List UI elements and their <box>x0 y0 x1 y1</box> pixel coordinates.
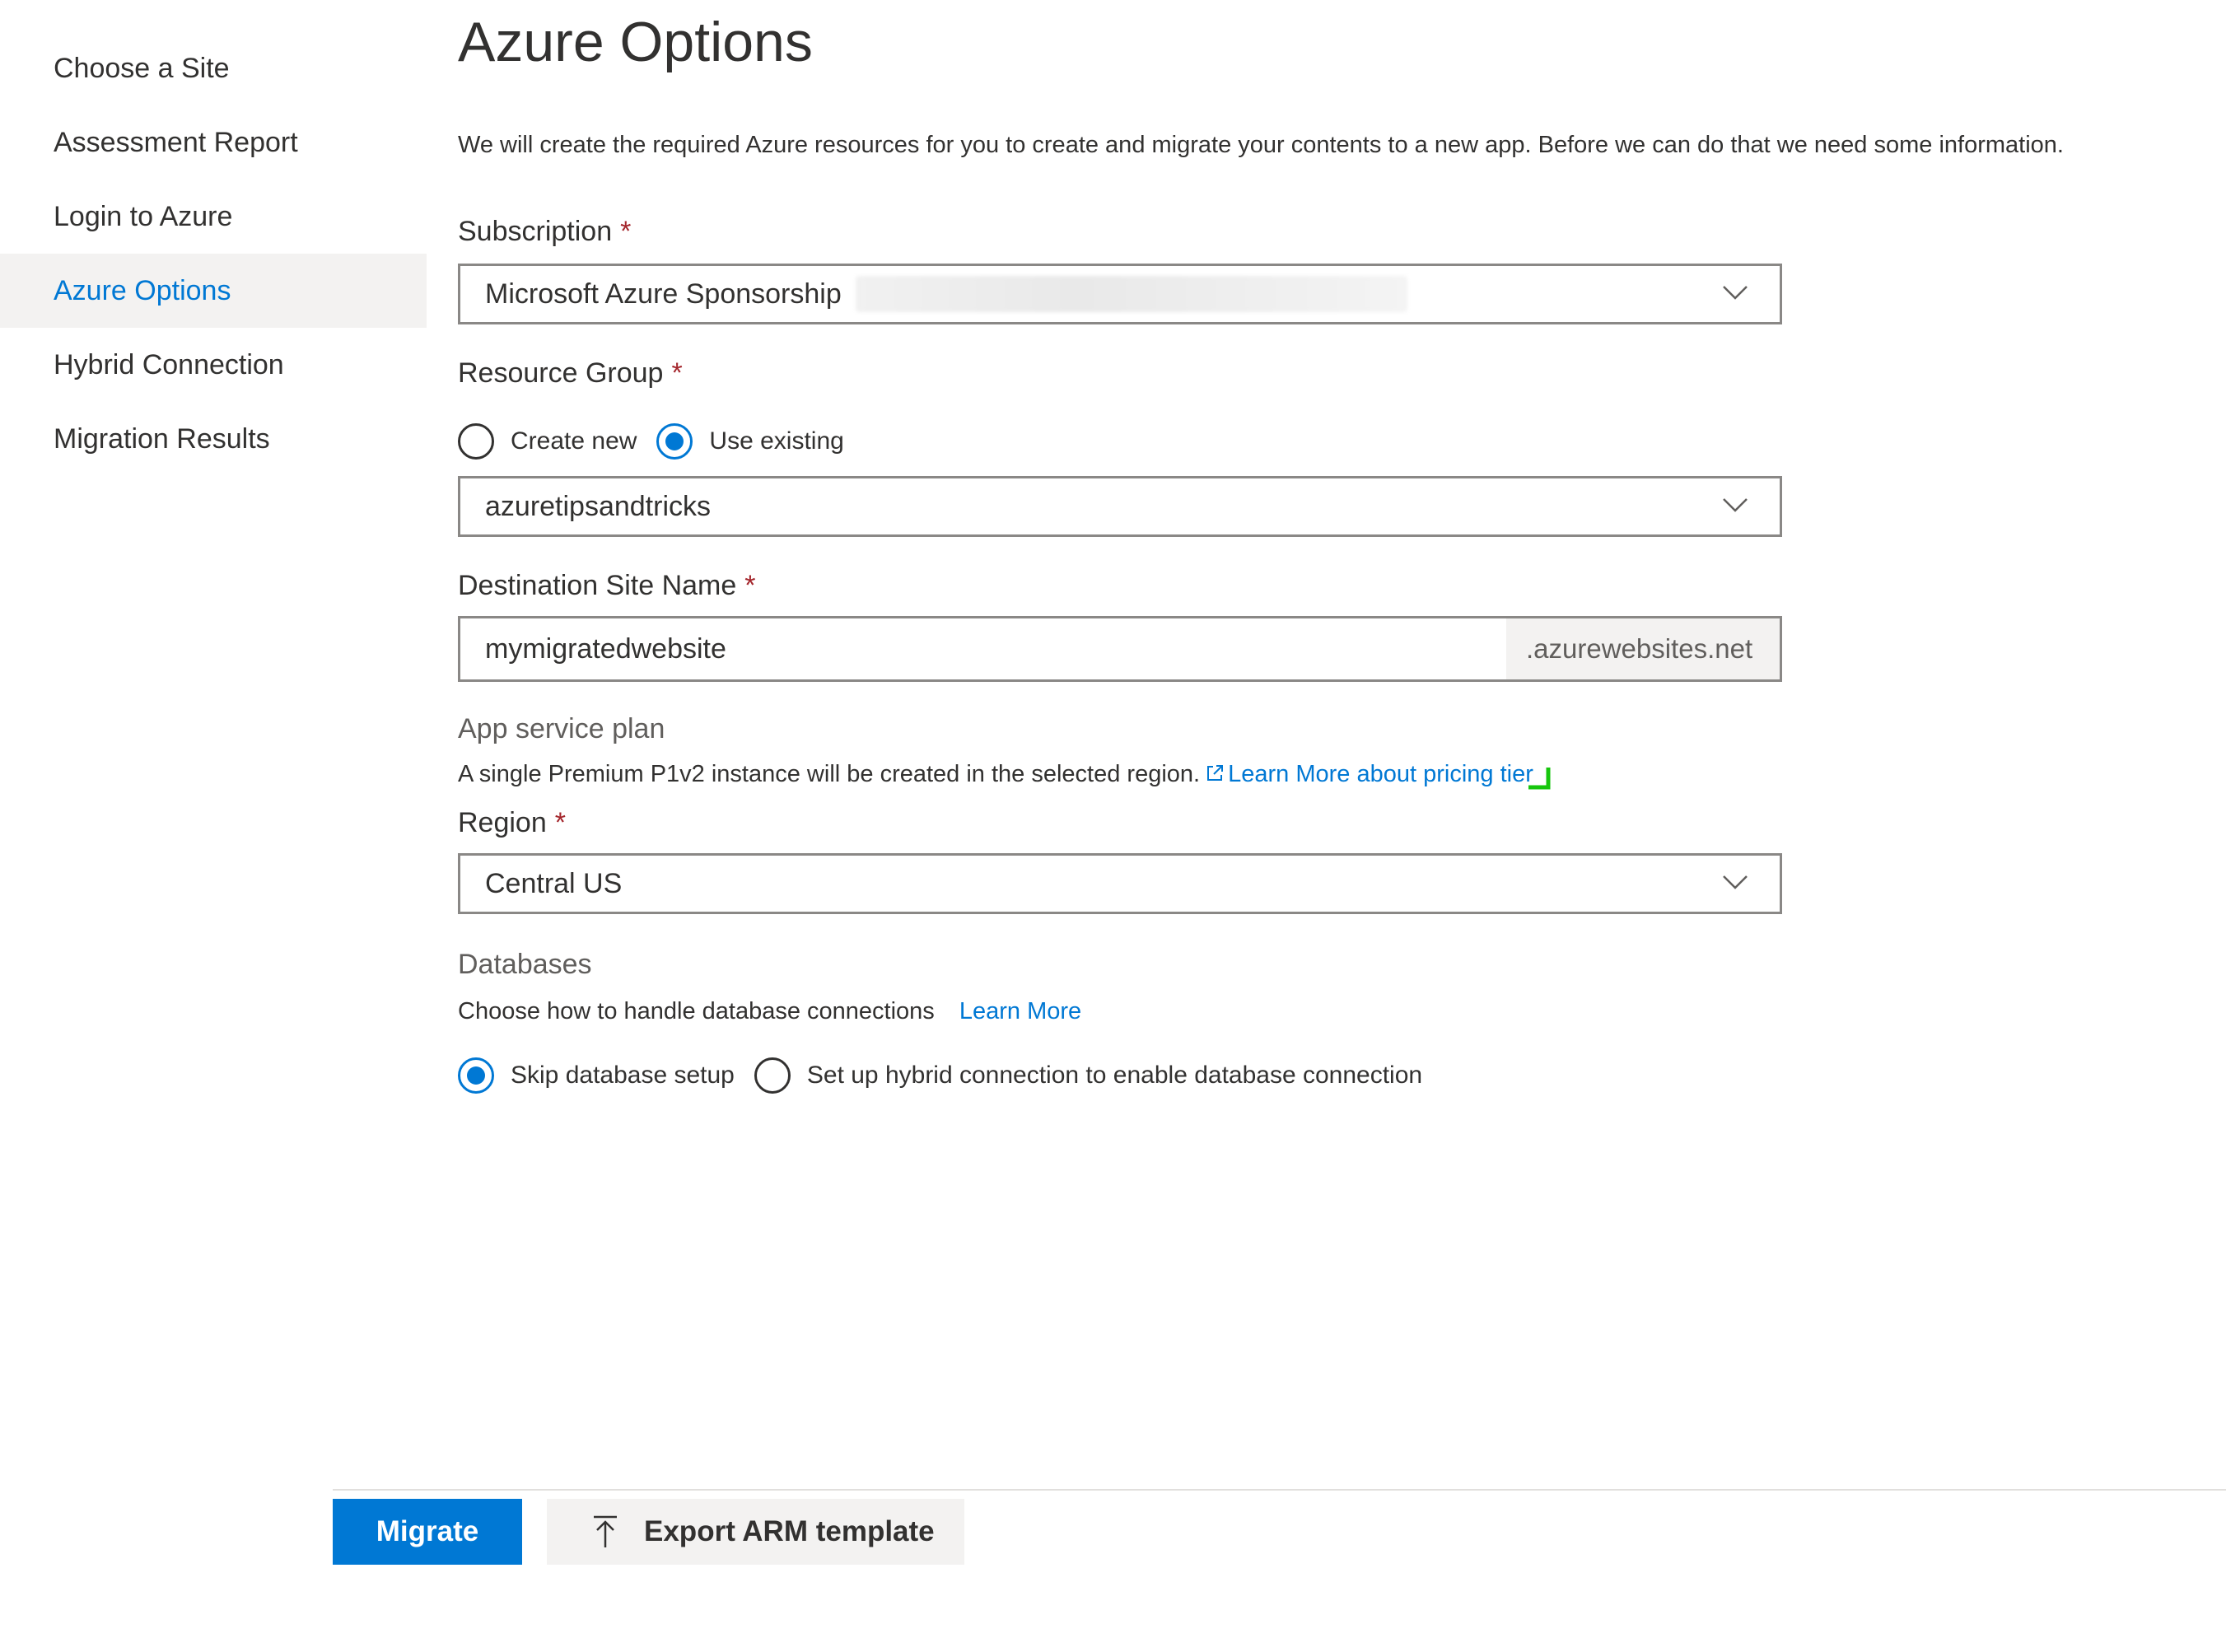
sidebar-item-login-to-azure[interactable]: Login to Azure <box>0 180 427 254</box>
resource-group-dropdown[interactable]: azuretipsandtricks <box>458 476 1782 537</box>
intro-text: We will create the required Azure resour… <box>458 132 2064 158</box>
chevron-down-icon <box>1723 875 1748 889</box>
resource-group-radio-group: Create new Use existing <box>458 423 864 460</box>
radio-create-new[interactable]: Create new <box>458 423 637 460</box>
databases-learn-more-link[interactable]: Learn More <box>959 998 1081 1024</box>
radio-circle <box>458 1057 494 1094</box>
databases-description-text: Choose how to handle database connection… <box>458 998 935 1024</box>
radio-hybrid-connection[interactable]: Set up hybrid connection to enable datab… <box>754 1057 1422 1094</box>
region-value: Central US <box>485 868 623 899</box>
text-cursor-marker-icon <box>1528 768 1551 790</box>
radio-circle <box>458 423 494 460</box>
sidebar-item-azure-options[interactable]: Azure Options <box>0 254 427 328</box>
subscription-label-text: Subscription <box>458 216 613 247</box>
required-marker: * <box>671 357 683 389</box>
radio-skip-database-setup[interactable]: Skip database setup <box>458 1057 735 1094</box>
subscription-value: Microsoft Azure Sponsorship <box>485 278 842 310</box>
required-marker: * <box>620 216 632 247</box>
radio-label: Set up hybrid connection to enable datab… <box>806 1062 1423 1089</box>
destination-site-name-label: Destination Site Name * <box>458 570 756 602</box>
chevron-down-icon <box>1723 498 1748 512</box>
sidebar-item-choose-a-site[interactable]: Choose a Site <box>0 31 427 105</box>
region-dropdown[interactable]: Central US <box>458 853 1782 914</box>
redacted-subscription-id <box>856 276 1407 312</box>
destination-label-text: Destination Site Name <box>458 570 737 601</box>
sidebar-item-hybrid-connection[interactable]: Hybrid Connection <box>0 328 427 402</box>
destination-site-name-field: .azurewebsites.net <box>458 616 1782 682</box>
subscription-dropdown[interactable]: Microsoft Azure Sponsorship <box>458 264 1782 324</box>
subscription-label: Subscription * <box>458 216 631 248</box>
export-button-label: Export ARM template <box>644 1515 935 1547</box>
app-service-plan-text: A single Premium P1v2 instance will be c… <box>458 761 1201 787</box>
required-marker: * <box>744 570 756 601</box>
footer-divider <box>333 1489 2226 1491</box>
radio-circle <box>754 1057 791 1094</box>
required-marker: * <box>554 807 566 838</box>
app-service-plan-title: App service plan <box>458 713 665 744</box>
databases-radio-group: Skip database setup Set up hybrid connec… <box>458 1057 1442 1094</box>
external-link-icon <box>1207 765 1224 781</box>
radio-use-existing[interactable]: Use existing <box>656 423 844 460</box>
app-service-plan-description: A single Premium P1v2 instance will be c… <box>458 761 1533 788</box>
destination-site-name-input[interactable] <box>460 618 1506 679</box>
radio-label: Use existing <box>709 427 844 455</box>
region-label: Region * <box>458 807 566 839</box>
sidebar-item-migration-results[interactable]: Migration Results <box>0 402 427 476</box>
resource-group-label-text: Resource Group <box>458 357 664 389</box>
region-label-text: Region <box>458 807 547 838</box>
sidebar-item-assessment-report[interactable]: Assessment Report <box>0 105 427 180</box>
chevron-down-icon <box>1723 286 1748 300</box>
radio-label: Skip database setup <box>511 1062 735 1089</box>
databases-description: Choose how to handle database connection… <box>458 998 1081 1025</box>
databases-title: Databases <box>458 949 592 980</box>
resource-group-value: azuretipsandtricks <box>485 491 712 522</box>
upload-icon <box>591 1514 619 1549</box>
domain-suffix: .azurewebsites.net <box>1506 618 1780 679</box>
migrate-button[interactable]: Migrate <box>333 1499 522 1565</box>
pricing-tier-link[interactable]: Learn More about pricing tier <box>1228 761 1533 787</box>
radio-circle <box>656 423 693 460</box>
radio-label: Create new <box>511 427 637 455</box>
resource-group-label: Resource Group * <box>458 357 683 390</box>
page-title: Azure Options <box>458 11 813 73</box>
export-arm-template-button[interactable]: Export ARM template <box>547 1499 964 1565</box>
wizard-sidebar: Choose a Site Assessment Report Login to… <box>0 31 427 476</box>
